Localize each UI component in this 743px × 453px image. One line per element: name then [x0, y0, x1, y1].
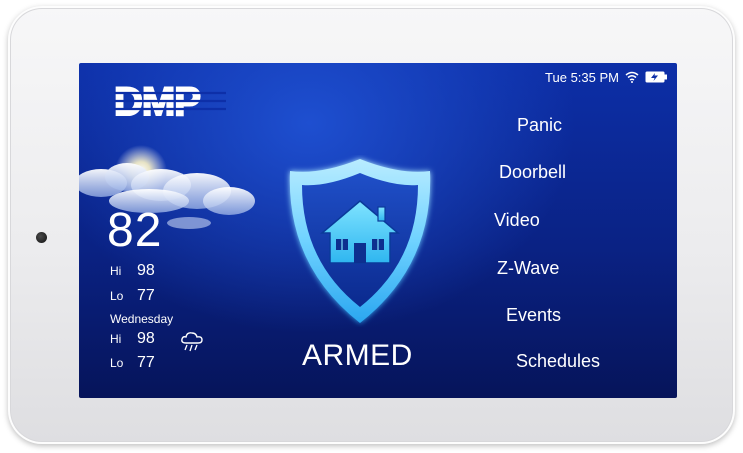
menu-item-video[interactable]: Video — [494, 210, 540, 231]
forecast-high-label: Hi — [110, 332, 122, 346]
forecast-high-row: Hi 98 — [110, 330, 155, 348]
weather-sky-graphic — [79, 145, 255, 229]
menu-item-schedules[interactable]: Schedules — [516, 351, 600, 372]
camera-icon — [36, 232, 47, 243]
current-temperature: 82 — [107, 204, 163, 257]
today-low-label: Lo — [110, 289, 124, 303]
dmp-logo: DMP — [114, 81, 226, 121]
today-low-row: Lo 77 — [110, 287, 155, 305]
keypad-screen: DMP Tue 5:35 PM 82 Hi 98 Lo 77 Wednesday… — [79, 63, 677, 398]
status-bar: Tue 5:35 PM — [545, 68, 667, 86]
today-high-value: 98 — [137, 262, 155, 279]
battery-charging-icon — [645, 71, 667, 83]
forecast-low-value: 77 — [137, 354, 155, 371]
house-shield-icon[interactable] — [284, 155, 436, 327]
today-high-row: Hi 98 — [110, 262, 155, 280]
forecast-low-label: Lo — [110, 356, 124, 370]
today-low-value: 77 — [137, 287, 155, 304]
menu-item-doorbell[interactable]: Doorbell — [499, 162, 566, 183]
arm-status-label[interactable]: ARMED — [302, 339, 413, 373]
clock-text: Tue 5:35 PM — [545, 69, 619, 85]
menu-item-events[interactable]: Events — [506, 305, 561, 326]
forecast-low-row: Lo 77 — [110, 354, 155, 372]
menu-item-panic[interactable]: Panic — [517, 115, 562, 136]
menu-item-z-wave[interactable]: Z-Wave — [497, 258, 559, 279]
forecast-high-value: 98 — [137, 330, 155, 347]
rain-cloud-icon — [181, 332, 203, 352]
wifi-icon — [625, 71, 639, 83]
today-high-label: Hi — [110, 264, 122, 278]
forecast-day: Wednesday — [110, 312, 174, 326]
